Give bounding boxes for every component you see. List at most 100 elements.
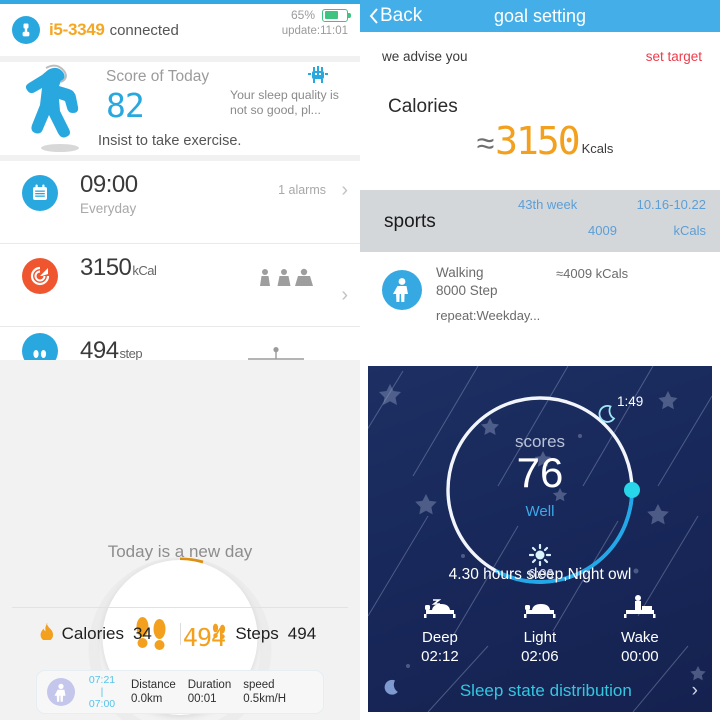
flame-icon — [40, 622, 53, 645]
sleep-score-value: 76 — [516, 449, 564, 496]
calories-stat-label: Calories — [61, 623, 124, 643]
steps-stat[interactable]: Steps 494 — [181, 623, 349, 645]
calorie-unit: kCal — [132, 263, 157, 278]
walking-person-icon — [47, 678, 75, 706]
score-of-today-block[interactable]: Score of Today 82 Your sleep quality is … — [0, 62, 360, 155]
body-shape-icons — [258, 268, 316, 293]
light-sleep-bed-icon — [522, 604, 558, 622]
sports-label: sports — [384, 211, 436, 233]
sport-steps: 8000 Step — [436, 282, 498, 298]
insist-text: Insist to take exercise. — [98, 133, 242, 149]
calorie-goal-value: 3150kCal — [80, 254, 157, 281]
sleep-quality-label: Well — [525, 503, 555, 520]
session-metric-speed: speed 0.5km/H — [243, 679, 286, 705]
sleep-bug-icon — [306, 66, 330, 89]
duration-header: Duration — [187, 679, 232, 691]
battery-indicator: 65% update:11:01 — [281, 8, 351, 37]
sleep-phase-light[interactable]: Light 02:06 — [521, 594, 559, 665]
step-marker-icon — [248, 347, 304, 360]
session-time-range: 07:21 | 07:00 — [83, 674, 121, 710]
steps-stat-label: Steps — [235, 623, 279, 643]
battery-icon — [322, 8, 351, 22]
speed-value: 0.5km/H — [243, 693, 287, 705]
footprints-icon — [212, 623, 226, 645]
chevron-right-icon[interactable]: › — [341, 284, 348, 307]
device-header[interactable]: i5-3349 connected 65% update:11:01 — [0, 4, 360, 56]
sports-summary-band: sports 43th week 10.16-10.22 4009 kCals — [360, 190, 720, 253]
calorie-goal-row[interactable]: 3150kCal › — [0, 244, 360, 326]
runner-figure-icon — [22, 64, 88, 159]
update-time: update:11:01 — [281, 25, 348, 37]
sleep-phases: Deep 02:12 Light 02:06 Wake 00:00 — [368, 594, 712, 665]
wake-label: Wake — [620, 629, 659, 646]
back-label: Back — [380, 5, 423, 26]
screenshot-grid: i5-3349 connected 65% update:11:01 Score… — [0, 0, 720, 720]
advise-row: we advise you set target — [360, 32, 720, 64]
wake-value: 00:00 — [621, 648, 659, 665]
sleep-quality-note: Your sleep quality is not so good, pl... — [230, 88, 339, 118]
calories-unit: Kcals — [581, 141, 614, 157]
distance-value: 0.0km — [131, 693, 163, 705]
week-label: 43th week — [518, 197, 578, 213]
device-name: i5-3349 — [49, 20, 105, 39]
step-value: 494step — [80, 337, 143, 360]
chevron-right-icon[interactable]: › — [341, 179, 348, 202]
alarm-row[interactable]: 09:00 Everyday 1 alarms › — [0, 161, 360, 243]
advise-label: we advise you — [382, 49, 468, 64]
step-unit: step — [119, 346, 143, 360]
sleep-phase-wake[interactable]: Wake 00:00 — [621, 594, 659, 665]
step-row[interactable]: 494step — [0, 327, 360, 360]
calories-stat[interactable]: Calories 34 — [12, 622, 181, 645]
calories-value-block: ≈ 3150 Kcals — [360, 118, 720, 163]
alarm-count: 1 alarms — [278, 183, 326, 197]
sport-kcals: ≈4009 kCals — [556, 266, 629, 282]
deep-value: 02:12 — [421, 648, 459, 665]
calories-value: 3150 — [495, 119, 581, 163]
steps-panel: 494 Today is a new day Calories 34 Steps… — [0, 360, 360, 720]
step-icon — [22, 333, 58, 360]
alarm-repeat: Everyday — [80, 201, 137, 216]
date-range: 10.16-10.22 — [636, 197, 706, 213]
calorie-target-icon — [22, 258, 58, 294]
sleep-phase-deep[interactable]: Deep 02:12 — [421, 594, 459, 665]
deep-sleep-bed-icon — [422, 599, 458, 622]
wake-up-bed-icon — [622, 595, 658, 622]
chevron-right-icon[interactable]: › — [692, 680, 698, 702]
device-home-panel: i5-3349 connected 65% update:11:01 Score… — [0, 0, 360, 360]
set-target-button[interactable]: set target — [646, 49, 702, 64]
crescent-moon-icon — [596, 404, 616, 429]
sleep-distribution-label[interactable]: Sleep state distribution — [400, 681, 692, 701]
session-end: 07:00 — [88, 698, 116, 711]
calories-label: Calories — [388, 96, 458, 117]
night-sky-background: scores 76 Well 1:49 4.30 hours sleep,Nig… — [368, 366, 712, 712]
duration-value: 00:01 — [187, 693, 217, 705]
goal-setting-titlebar: Back goal setting — [360, 0, 720, 32]
sport-list-item[interactable]: Walking 8000 Step ≈4009 kCals repeat:Wee… — [360, 252, 720, 324]
chevron-left-icon — [369, 8, 378, 24]
session-start: 07:21 — [88, 673, 116, 686]
alarm-clock-icon — [22, 175, 58, 211]
battery-percent: 65% — [290, 8, 315, 22]
distance-header: Distance — [131, 679, 176, 691]
crescent-moon-icon — [382, 679, 400, 703]
device-bluetooth-icon — [12, 16, 40, 44]
speed-header: speed — [243, 679, 275, 691]
session-metrics: Distance 0.0km Duration 00:01 speed 0.5k… — [131, 679, 286, 705]
stats-bar: Calories 34 Steps 494 — [12, 607, 348, 659]
sport-repeat: repeat:Weekday... — [436, 308, 541, 324]
sleep-distribution-bar[interactable]: Sleep state distribution › — [368, 676, 712, 706]
calories-stat-value: 34 — [132, 623, 152, 643]
week-kcals-value: 4009 — [588, 223, 617, 239]
back-button[interactable]: Back — [369, 5, 422, 27]
wake-time-marker: 1:49 — [617, 394, 644, 409]
session-metric-duration: Duration 00:01 — [188, 679, 231, 705]
light-label: Light — [523, 629, 557, 646]
goal-setting-panel: Back goal setting we advise you set targ… — [360, 0, 720, 360]
activity-session-card[interactable]: 07:21 | 07:00 Distance 0.0km Duration 00… — [36, 670, 324, 714]
sleep-overlap-time: 6:06 — [528, 566, 554, 581]
session-metric-distance: Distance 0.0km — [131, 679, 176, 705]
session-sep: | — [100, 685, 104, 698]
walking-person-icon — [382, 270, 422, 311]
week-kcals-unit: kCals — [673, 223, 706, 239]
connection-status: connected — [109, 21, 179, 39]
